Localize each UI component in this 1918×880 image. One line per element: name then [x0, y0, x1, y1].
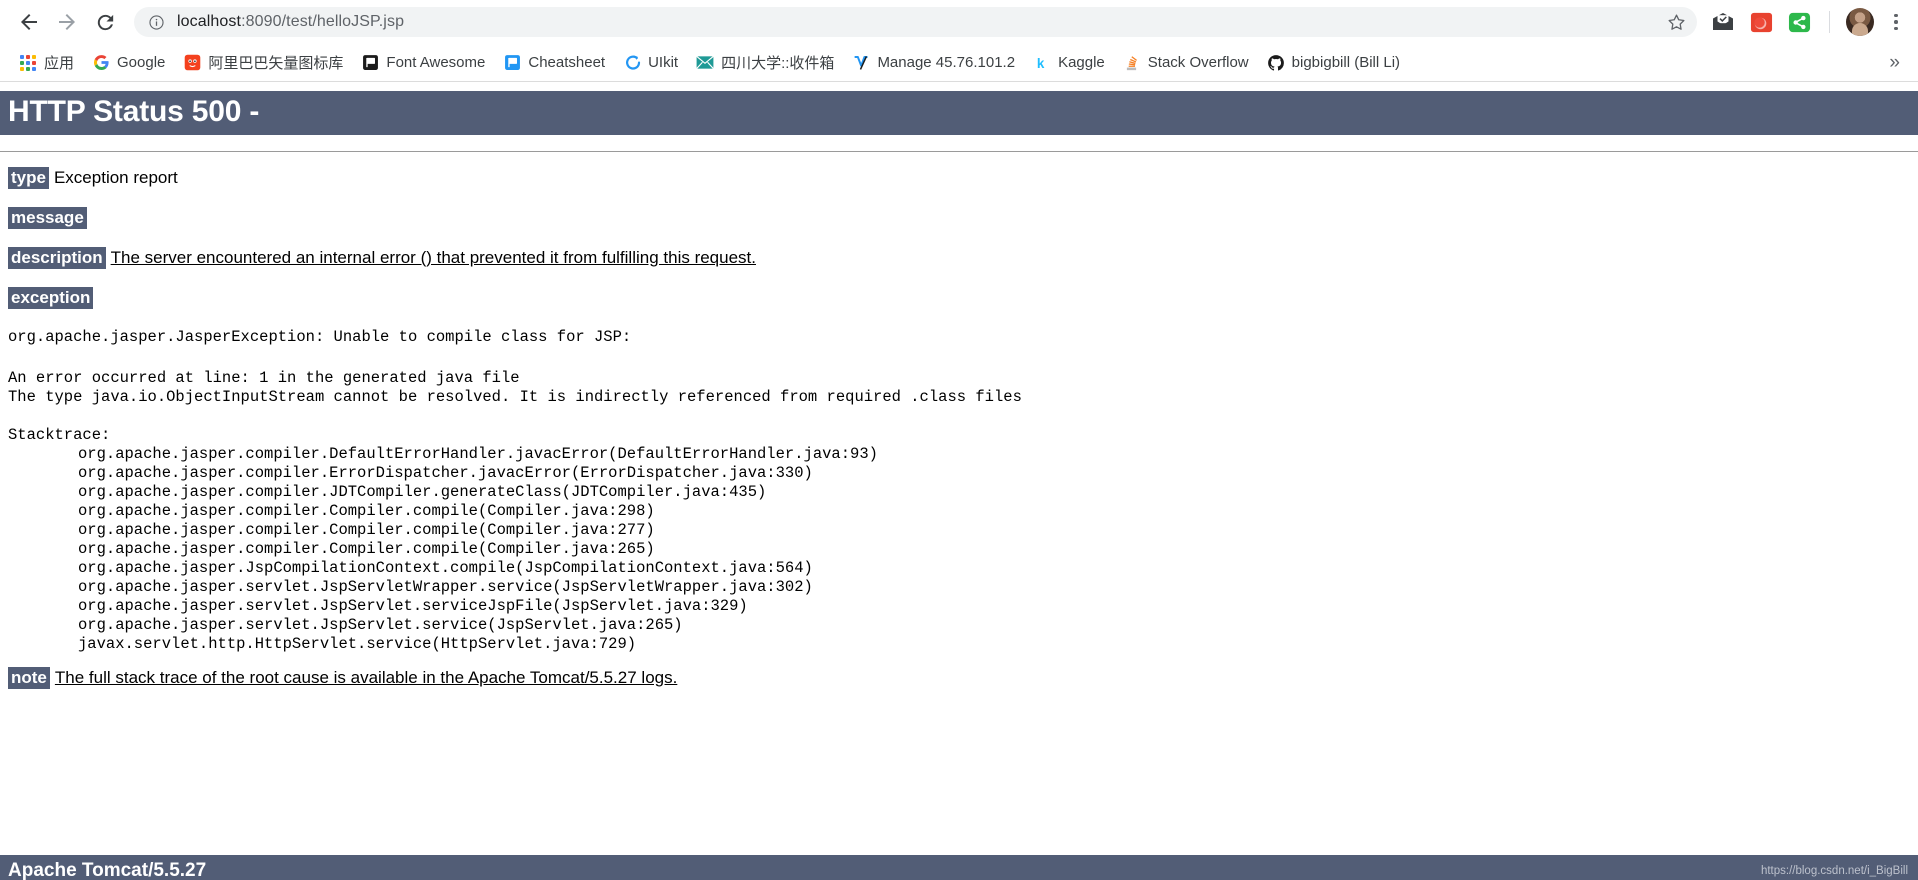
error-detail-line-1: An error occurred at line: 1 in the gene…	[8, 369, 520, 387]
info-circle-icon[interactable]	[148, 14, 165, 31]
stacktrace-frame: javax.servlet.http.HttpServlet.service(H…	[78, 635, 637, 653]
stacktrace-frame: org.apache.jasper.compiler.Compiler.comp…	[78, 540, 655, 558]
bookmark-github[interactable]: bigbigbill (Bill Li)	[1258, 50, 1409, 76]
bookmark-kaggle[interactable]: k Kaggle	[1024, 50, 1114, 76]
error-row-note: note The full stack trace of the root cau…	[8, 667, 1910, 689]
chrome-menu-icon[interactable]	[1884, 8, 1908, 36]
red-circle-extension-icon[interactable]	[1747, 8, 1775, 36]
bookmark-uikit[interactable]: UIkit	[614, 50, 687, 76]
bookmark-label: 四川大学::收件箱	[721, 55, 835, 72]
error-row-description: description The server encountered an int…	[8, 247, 1910, 269]
bookmark-scu-mail[interactable]: 四川大学::收件箱	[687, 48, 843, 77]
uikit-icon	[623, 54, 641, 72]
browser-chrome: localhost:8090/test/helloJSP.jsp 应用 Goog…	[0, 0, 1918, 82]
trace-spacer	[8, 347, 1910, 369]
forward-arrow-icon	[59, 14, 75, 30]
error-row-type: type Exception report	[8, 167, 1910, 189]
note-spacer	[8, 654, 1910, 668]
page-footer: Apache Tomcat/5.5.27 https://blog.csdn.n…	[0, 855, 1918, 880]
bookmark-apps[interactable]: 应用	[10, 48, 83, 77]
bookmark-label: Cheatsheet	[528, 54, 606, 71]
vultr-v-icon	[852, 54, 870, 72]
note-value: The full stack trace of the root cause i…	[54, 668, 678, 687]
svg-text:k: k	[1036, 55, 1044, 70]
share-extension-icon[interactable]	[1785, 8, 1813, 36]
footer-version: Apache Tomcat/5.5.27	[8, 860, 207, 880]
exception-header: org.apache.jasper.JasperException: Unabl…	[8, 328, 632, 346]
message-tag: message	[8, 207, 87, 229]
tomcat-error-page: HTTP Status 500 - type Exception report m…	[0, 91, 1918, 880]
stacktrace-frame: org.apache.jasper.servlet.JspServletWrap…	[78, 578, 813, 596]
bookmark-google[interactable]: Google	[83, 50, 174, 76]
bookmark-label: Stack Overflow	[1147, 54, 1249, 71]
apps-grid-icon	[19, 54, 37, 72]
forward-button[interactable]	[48, 3, 86, 41]
bookmark-iconfont[interactable]: 阿里巴巴矢量图标库	[174, 48, 352, 77]
profile-avatar[interactable]	[1846, 8, 1874, 36]
page-title: HTTP Status 500 -	[0, 91, 1918, 135]
bookmark-star-icon	[1667, 13, 1685, 30]
bookmark-stack-overflow[interactable]: Stack Overflow	[1114, 50, 1258, 76]
browser-toolbar: localhost:8090/test/helloJSP.jsp	[0, 0, 1918, 44]
error-row-exception: exception	[8, 287, 1910, 309]
bookmark-label: UIkit	[648, 54, 679, 71]
mail-extension-icon[interactable]	[1709, 8, 1737, 36]
stacktrace-frame: org.apache.jasper.compiler.Compiler.comp…	[78, 502, 655, 520]
bookmark-manage-vultr[interactable]: Manage 45.76.101.2	[843, 50, 1024, 76]
bookmark-star-button[interactable]	[1659, 5, 1693, 39]
bookmark-label: 应用	[44, 55, 75, 72]
bookmark-label: bigbigbill (Bill Li)	[1291, 54, 1401, 71]
kaggle-k-icon: k	[1033, 54, 1051, 72]
address-bar[interactable]: localhost:8090/test/helloJSP.jsp	[134, 7, 1697, 37]
watermark: https://blog.csdn.net/i_BigBill	[1760, 865, 1908, 877]
back-button[interactable]	[10, 3, 48, 41]
back-arrow-icon	[21, 14, 37, 30]
title-divider	[0, 151, 1918, 152]
type-tag: type	[8, 167, 49, 189]
type-value: Exception report	[53, 168, 178, 187]
url-host: localhost	[177, 13, 242, 30]
github-icon	[1267, 54, 1285, 72]
font-awesome-flag-icon	[361, 54, 379, 72]
cheatsheet-flag-icon	[503, 54, 521, 72]
error-detail-line-2: The type java.io.ObjectInputStream canno…	[8, 388, 1022, 406]
description-value: The server encountered an internal error…	[110, 248, 756, 267]
iconfont-icon	[183, 54, 201, 72]
bookmark-cheatsheet[interactable]: Cheatsheet	[494, 50, 614, 76]
bookmark-label: Google	[117, 54, 166, 71]
stacktrace-frame: org.apache.jasper.compiler.DefaultErrorH…	[78, 445, 878, 463]
url-text[interactable]: localhost:8090/test/helloJSP.jsp	[177, 13, 404, 31]
stack-overflow-icon	[1123, 54, 1141, 72]
bookmark-label: 阿里巴巴矢量图标库	[208, 55, 344, 72]
stacktrace-frame: org.apache.jasper.compiler.JDTCompiler.g…	[78, 483, 767, 501]
bookmark-label: Manage 45.76.101.2	[877, 54, 1016, 71]
exception-tag: exception	[8, 287, 94, 309]
error-body: type Exception report message description…	[0, 167, 1918, 689]
stacktrace-label: Stacktrace:	[8, 426, 111, 444]
url-path: :8090/test/helloJSP.jsp	[241, 13, 405, 30]
stacktrace-frame: org.apache.jasper.compiler.Compiler.comp…	[78, 521, 655, 539]
bookmark-font-awesome[interactable]: Font Awesome	[352, 50, 494, 76]
envelope-icon	[696, 54, 714, 72]
stacktrace-frame: org.apache.jasper.servlet.JspServlet.ser…	[78, 616, 683, 634]
note-tag: note	[8, 667, 50, 689]
bookmarks-bar: 应用 Google 阿里巴巴矢量图标库 Font Awesome Cheatsh…	[0, 44, 1918, 82]
extension-icons	[1693, 8, 1908, 36]
trace-blank-line	[8, 407, 1910, 426]
stacktrace-frame: org.apache.jasper.compiler.ErrorDispatch…	[78, 464, 813, 482]
bookmark-label: Font Awesome	[386, 54, 486, 71]
stacktrace-frame: org.apache.jasper.JspCompilationContext.…	[78, 559, 813, 577]
description-tag: description	[8, 247, 106, 269]
bookmarks-overflow-button[interactable]: »	[1881, 53, 1908, 72]
google-g-icon	[92, 54, 110, 72]
toolbar-divider	[1829, 11, 1830, 33]
error-row-message: message	[8, 207, 1910, 229]
reload-button[interactable]	[86, 3, 124, 41]
stacktrace-frame: org.apache.jasper.servlet.JspServlet.ser…	[78, 597, 748, 615]
bookmark-label: Kaggle	[1058, 54, 1105, 71]
reload-icon	[97, 14, 113, 30]
